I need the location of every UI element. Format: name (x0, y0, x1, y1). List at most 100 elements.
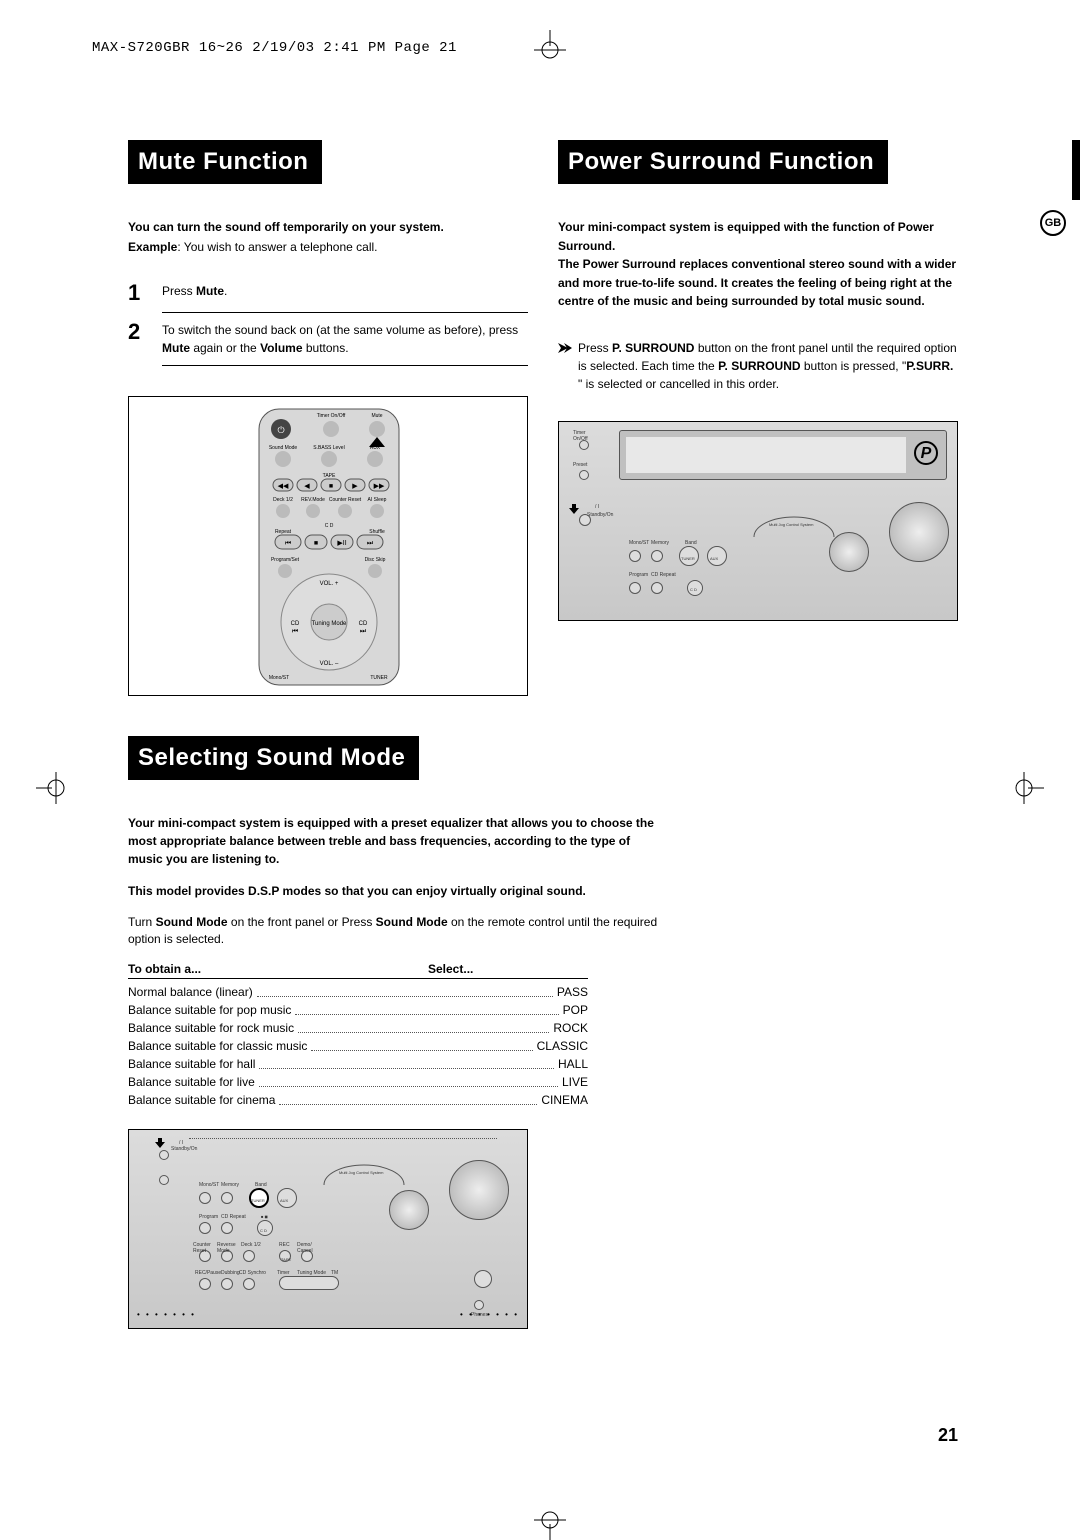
eq-row: Balance suitable for classic music CLASSI… (128, 1037, 588, 1055)
t: " is selected or cancelled in this order… (578, 377, 779, 391)
svg-text:Mute: Mute (371, 413, 382, 419)
svg-text:Deck 1/2: Deck 1/2 (273, 497, 293, 503)
sound-intro1: Your mini-compact system is equipped wit… (128, 814, 668, 868)
eq-row: Balance suitable for cinema CINEMA (128, 1091, 588, 1109)
svg-text:■: ■ (314, 540, 318, 547)
mute-example: Example: You wish to answer a telephone … (128, 240, 528, 254)
svg-text:TAPE: TAPE (323, 473, 336, 479)
step-number: 1 (128, 282, 162, 304)
sound-mode-table: To obtain a... Select... Normal balance … (128, 962, 588, 1109)
step-1: 1 Press Mute. (128, 276, 528, 310)
dots (279, 1091, 537, 1105)
svg-text:⏭: ⏭ (367, 540, 374, 547)
t: Press (578, 341, 612, 355)
eq-value: CINEMA (541, 1091, 588, 1109)
eq-value: POP (563, 1001, 588, 1019)
svg-text:■: ■ (329, 483, 333, 490)
dots (259, 1073, 558, 1087)
eq-label: Balance suitable for hall (128, 1055, 255, 1073)
svg-text:◀◀: ◀◀ (278, 483, 289, 490)
eq-row: Balance suitable for hall HALL (128, 1055, 588, 1073)
t: on the front panel or Press (228, 915, 376, 929)
svg-text:⏮: ⏮ (285, 540, 291, 547)
crop-mark-top (530, 30, 570, 70)
eq-value: LIVE (562, 1073, 588, 1091)
dots (257, 983, 553, 997)
svg-text:VOL. –: VOL. – (320, 661, 339, 667)
eq-row: Normal balance (linear)PASS (128, 983, 588, 1001)
t: Sound Mode (156, 915, 228, 929)
t: Mute (162, 341, 190, 355)
eq-row: Balance suitable for rock music ROCK (128, 1019, 588, 1037)
svg-text:AI Sleep: AI Sleep (368, 497, 387, 503)
eq-label: Balance suitable for live (128, 1073, 255, 1091)
t: again or the (190, 341, 260, 355)
eq-label: Balance suitable for rock music (128, 1019, 294, 1037)
dots (311, 1037, 532, 1051)
mute-heading: Mute Function (128, 140, 322, 184)
t: P. SURROUND (718, 359, 800, 373)
t: Sound Mode (376, 915, 448, 929)
sound-instruction: Turn Sound Mode on the front panel or Pr… (128, 914, 668, 948)
svg-text:C D: C D (325, 523, 334, 529)
svg-text:Shuffle: Shuffle (369, 529, 385, 535)
surround-step: Press P. SURROUND button on the front pa… (558, 339, 958, 393)
page-number: 21 (938, 1425, 958, 1446)
eq-row: Balance suitable for pop music POP (128, 1001, 588, 1019)
gb-badge: GB (1040, 210, 1066, 236)
t: buttons. (303, 341, 349, 355)
crop-mark-right (1004, 768, 1044, 808)
svg-text:Tuning Mode: Tuning Mode (312, 621, 347, 627)
svg-text:⏮: ⏮ (292, 628, 298, 635)
t: Press (162, 284, 196, 298)
svg-text:▶II: ▶II (337, 540, 346, 547)
svg-text:⏭: ⏭ (360, 628, 367, 635)
t: To switch the sound back on (at the same… (162, 323, 518, 337)
eq-label: Balance suitable for pop music (128, 1001, 291, 1019)
svg-text:VOL. +: VOL. + (320, 581, 339, 587)
front-panel-illustration-1: P TimerOn/Off Preset / I Standby/On Mono… (558, 421, 958, 621)
svg-text:Repeat: Repeat (275, 529, 292, 535)
svg-text:CD: CD (359, 621, 368, 627)
mute-intro: You can turn the sound off temporarily o… (128, 218, 528, 236)
t: button is pressed, " (801, 359, 907, 373)
eq-label: Normal balance (linear) (128, 983, 253, 1001)
crop-mark-bottom (530, 1500, 570, 1540)
eq-label: Balance suitable for cinema (128, 1091, 275, 1109)
eq-value: ROCK (553, 1019, 588, 1037)
t: P.SURR. (906, 359, 953, 373)
divider (162, 365, 528, 366)
svg-text:Sound Mode: Sound Mode (269, 445, 298, 451)
example-text: : You wish to answer a telephone call. (177, 240, 377, 254)
front-panel-illustration-2: • • • • • • • • • • • • • • Mono/ST Memo… (128, 1129, 528, 1329)
svg-text:Counter Reset: Counter Reset (329, 497, 362, 503)
svg-text:▶: ▶ (352, 483, 358, 490)
step-2: 2 To switch the sound back on (at the sa… (128, 315, 528, 363)
divider (162, 312, 528, 313)
eq-label: Balance suitable for classic music (128, 1037, 307, 1055)
svg-text:◀: ◀ (304, 483, 310, 490)
svg-text:Program/Set: Program/Set (271, 557, 300, 563)
svg-text:⏻: ⏻ (277, 425, 284, 435)
lbl-timer: Timer On/Off (317, 413, 346, 419)
sound-intro2: This model provides D.S.P modes so that … (128, 882, 668, 900)
th-select: Select... (428, 962, 473, 976)
th-obtain: To obtain a... (128, 962, 428, 976)
remote-illustration: ⏻ Timer On/Off Mute Sound Mode S.BASS Le… (128, 396, 528, 696)
t: Turn (128, 915, 156, 929)
svg-text:AUX: AUX (370, 445, 381, 451)
eq-value: HALL (558, 1055, 588, 1073)
eq-value: CLASSIC (537, 1037, 588, 1055)
dots (298, 1019, 549, 1033)
surround-intro: Your mini-compact system is equipped wit… (558, 218, 958, 311)
svg-text:REV.Mode: REV.Mode (301, 497, 325, 503)
step-number: 2 (128, 321, 162, 343)
arrow-icon (558, 339, 578, 393)
t: Mute (196, 284, 224, 298)
svg-text:S.BASS Level: S.BASS Level (313, 445, 344, 451)
svg-text:CD: CD (291, 621, 300, 627)
svg-text:Disc Skip: Disc Skip (365, 557, 386, 563)
remote-svg: ⏻ Timer On/Off Mute Sound Mode S.BASS Le… (249, 407, 409, 687)
dots (259, 1055, 554, 1069)
svg-text:Mono/ST: Mono/ST (269, 675, 289, 681)
